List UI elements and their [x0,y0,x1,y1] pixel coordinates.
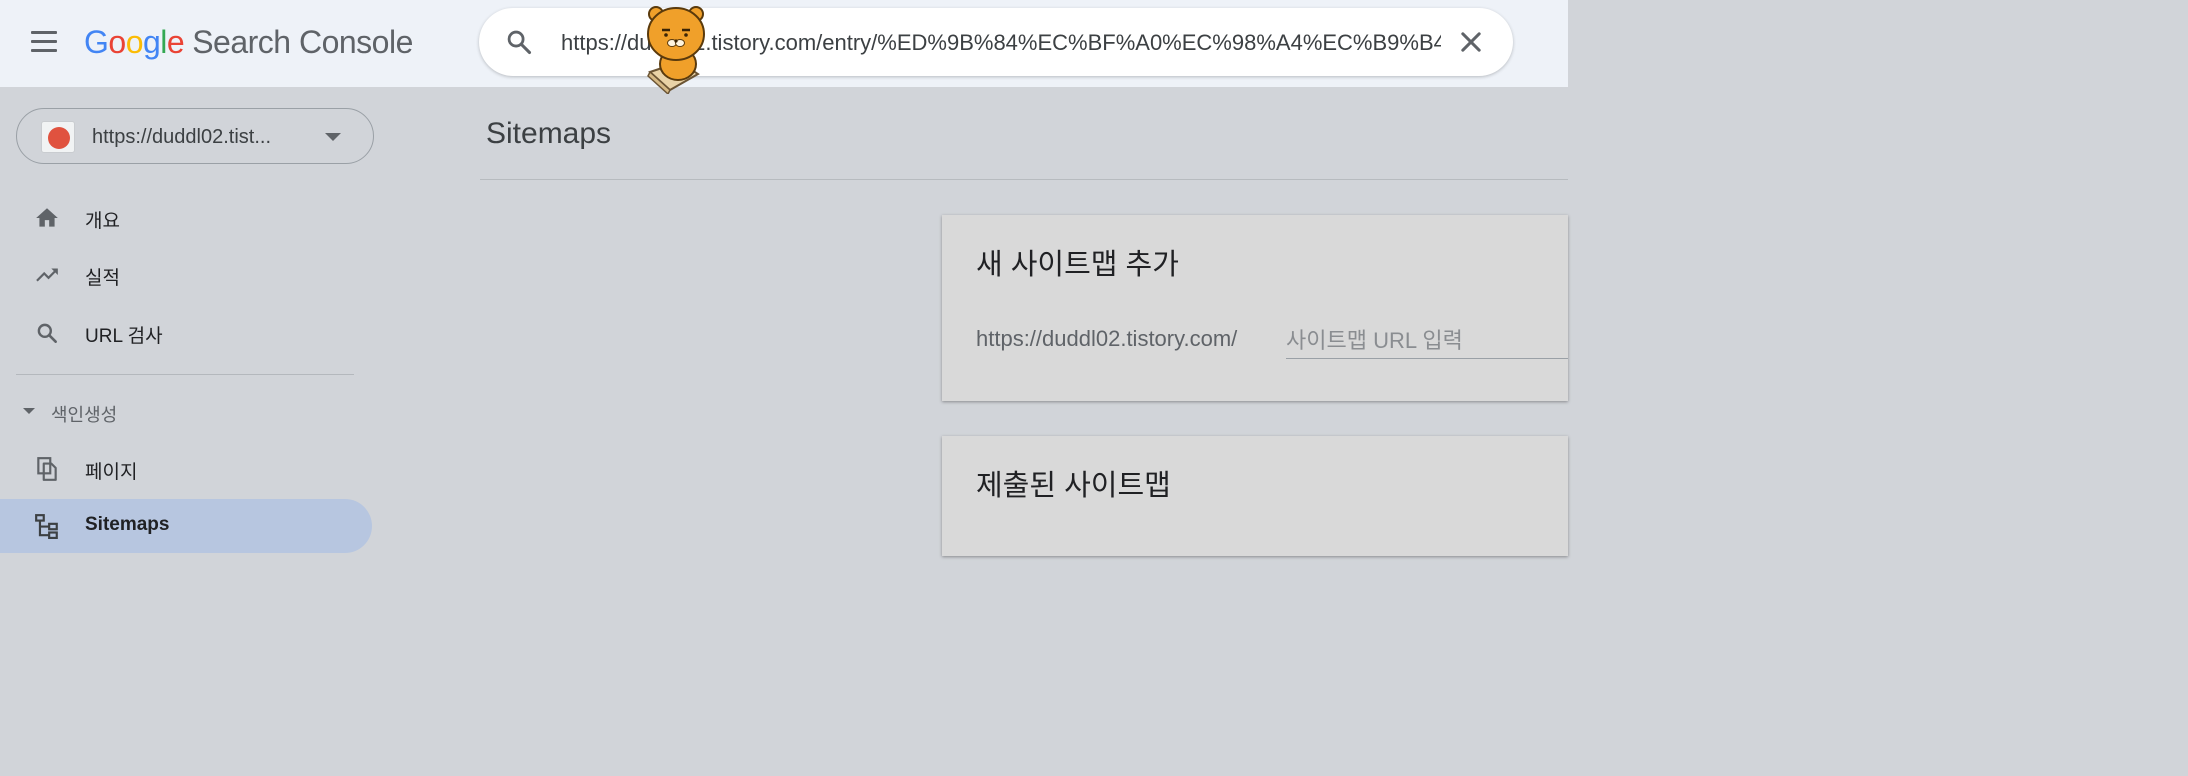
hamburger-menu-icon[interactable] [24,24,64,60]
product-name: Search Console [192,24,413,60]
title-divider [480,179,1568,180]
sidebar-item-overview[interactable]: 개요 [0,191,372,245]
sidebar-item-sitemaps[interactable]: Sitemaps [0,499,372,553]
sidebar-item-label: URL 검사 [85,326,163,347]
sidebar-item-label: 실적 [85,268,120,289]
sitemap-icon [35,514,58,539]
card-title: 제출된 사이트맵 [976,470,1171,502]
sidebar-item-label: 개요 [85,211,120,232]
property-selector[interactable]: https://duddl02.tist... [16,108,374,164]
property-label: https://duddl02.tist... [92,126,271,148]
sidebar-item-url-inspection[interactable]: URL 검사 [0,306,372,360]
collapse-caret-icon [23,408,35,414]
top-app-bar: Google Search Console [0,0,1568,87]
sitemap-url-input[interactable] [1286,323,1568,359]
sidebar-item-pages[interactable]: 페이지 [0,442,372,496]
sidebar-item-performance[interactable]: 실적 [0,248,372,302]
submitted-sitemaps-card: 제출된 사이트맵 [942,436,1568,556]
search-icon[interactable] [505,28,533,56]
card-title: 새 사이트맵 추가 [976,249,1179,281]
sitemap-url-prefix: https://duddl02.tistory.com/ [976,326,1238,351]
url-inspection-search-bar[interactable] [479,8,1513,76]
search-console-logo[interactable]: Google Search Console [84,22,413,62]
pages-icon [37,457,57,481]
sidebar-divider [16,374,354,375]
sidebar-item-label: Sitemaps [85,514,170,535]
tistory-favicon-icon [41,121,75,153]
sidebar-item-label: 페이지 [85,462,138,483]
dropdown-caret-icon [325,133,341,141]
add-sitemap-card: 새 사이트맵 추가 https://duddl02.tistory.com/ [942,215,1568,401]
sidebar-section-indexing[interactable]: 색인생성 [0,389,372,433]
trending-up-icon [36,268,58,282]
page-title: Sitemaps [486,117,612,150]
close-icon[interactable] [1457,28,1485,56]
home-icon [36,208,58,227]
sidebar: https://duddl02.tist... 개요 실적 URL 검사 색인생… [0,87,374,556]
ryan-sticker-icon [647,6,705,94]
section-label: 색인생성 [51,405,118,425]
search-icon [37,323,57,343]
